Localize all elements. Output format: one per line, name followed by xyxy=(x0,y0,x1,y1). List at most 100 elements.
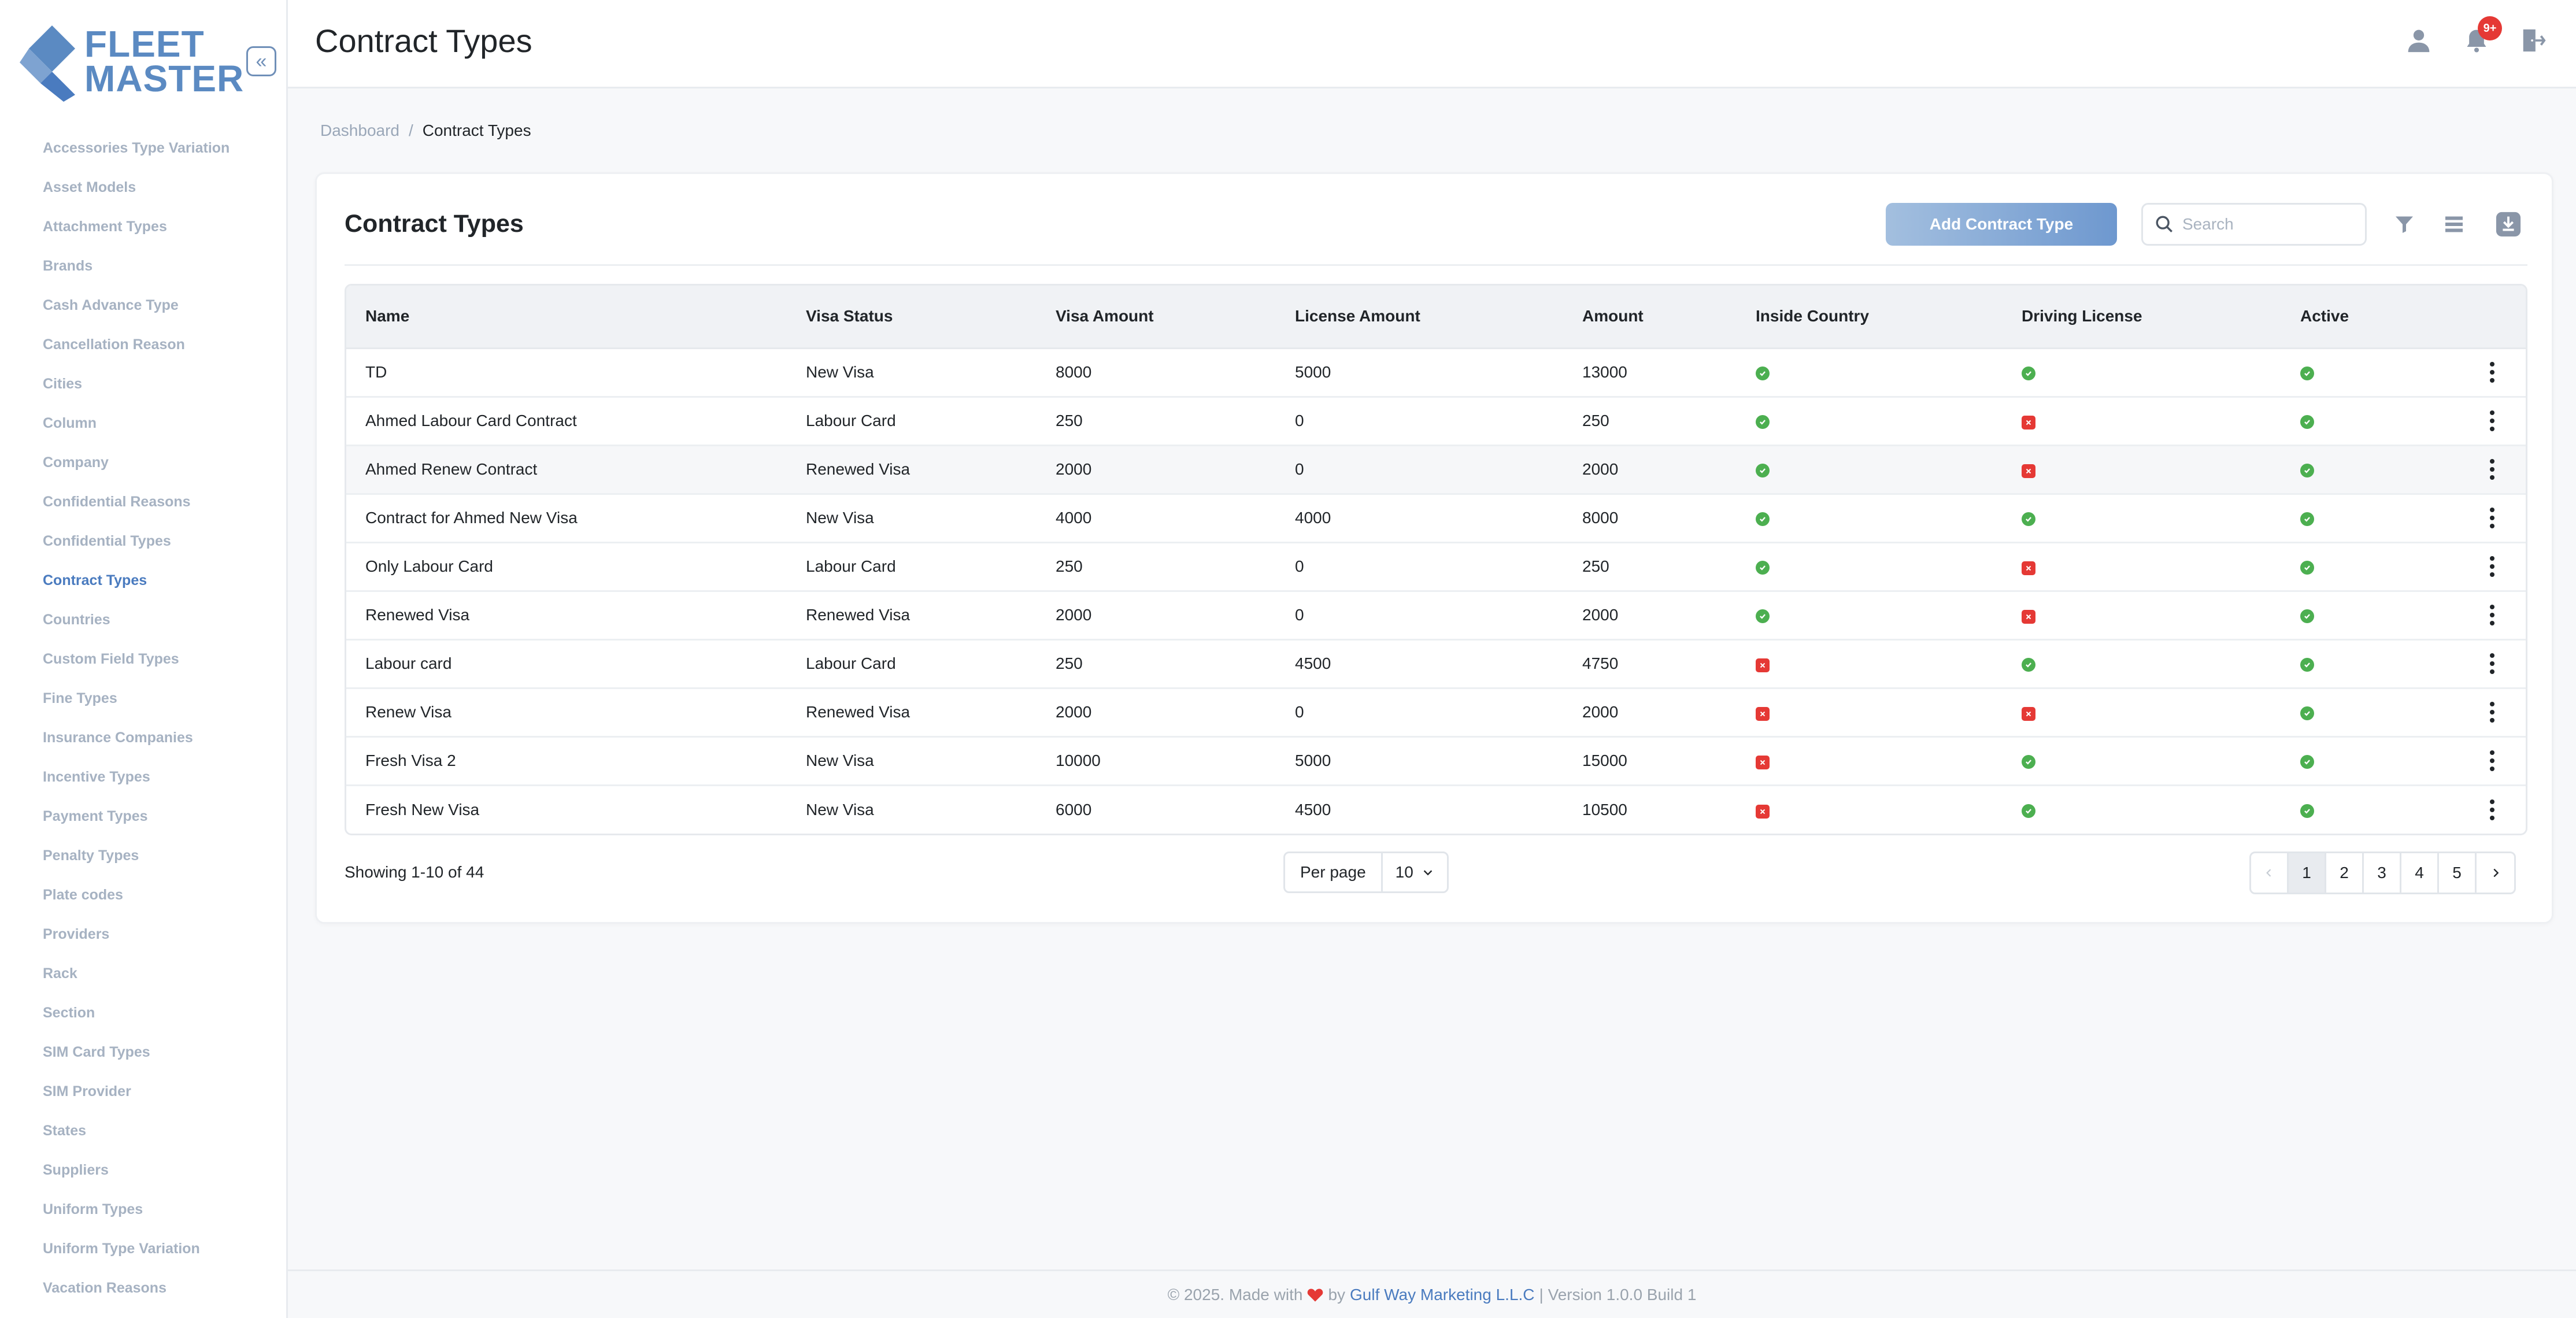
page-4-button[interactable]: 4 xyxy=(2401,853,2439,893)
page-3-button[interactable]: 3 xyxy=(2364,853,2401,893)
sidebar-item-accessories-type-variation[interactable]: Accessories Type Variation xyxy=(0,128,286,168)
sidebar-item-uniform-type-variation[interactable]: Uniform Type Variation xyxy=(0,1229,286,1268)
chevron-left-icon xyxy=(2266,869,2271,877)
sidebar-item-providers[interactable]: Providers xyxy=(0,915,286,954)
logout-button[interactable] xyxy=(2518,25,2548,55)
add-contract-type-button[interactable]: Add Contract Type xyxy=(1886,203,2117,246)
sidebar-item-countries[interactable]: Countries xyxy=(0,600,286,639)
cell-name: Renew Visa xyxy=(365,703,451,721)
row-actions-kebab-icon[interactable] xyxy=(2481,452,2504,487)
footer-company-link[interactable]: Gulf Way Marketing L.L.C xyxy=(1350,1286,1535,1304)
sidebar-item-states[interactable]: States xyxy=(0,1111,286,1150)
user-profile-button[interactable] xyxy=(2404,25,2434,55)
sidebar-item-rack[interactable]: Rack xyxy=(0,954,286,993)
table-row[interactable]: TD New Visa 8000 5000 13000 xyxy=(346,348,2526,397)
search-box xyxy=(2141,203,2367,246)
cell-visa-status: New Visa xyxy=(806,800,874,819)
sidebar-item-asset-models[interactable]: Asset Models xyxy=(0,168,286,207)
sidebar-item-confidential-reasons[interactable]: Confidential Reasons xyxy=(0,482,286,521)
row-actions-kebab-icon[interactable] xyxy=(2481,695,2504,730)
cell-active xyxy=(2281,397,2397,445)
sidebar-item-vacation-reasons[interactable]: Vacation Reasons xyxy=(0,1268,286,1308)
sidebar-item-column[interactable]: Column xyxy=(0,403,286,443)
topbar: Contract Types 9+ xyxy=(288,0,2576,88)
row-actions-kebab-icon[interactable] xyxy=(2481,743,2504,778)
filter-button[interactable] xyxy=(2389,209,2420,240)
table-row[interactable]: Ahmed Labour Card Contract Labour Card 250… xyxy=(346,397,2526,445)
cross-icon xyxy=(2022,416,2035,430)
next-page-button[interactable] xyxy=(2477,853,2514,893)
sidebar-item-custom-field-types[interactable]: Custom Field Types xyxy=(0,639,286,679)
prev-page-button[interactable] xyxy=(2251,853,2289,893)
check-icon xyxy=(2022,658,2035,672)
collapse-sidebar-button[interactable]: « xyxy=(246,46,276,76)
per-page-dropdown[interactable]: 10 xyxy=(1383,863,1447,882)
sidebar-item-contract-types[interactable]: Contract Types xyxy=(0,561,286,600)
search-input[interactable] xyxy=(2182,215,2356,234)
column-header-license-amount[interactable]: License Amount xyxy=(1276,286,1563,349)
table-row[interactable]: Only Labour Card Labour Card 250 0 250 xyxy=(346,542,2526,591)
row-actions-kebab-icon[interactable] xyxy=(2481,646,2504,681)
table-row[interactable]: Fresh New Visa New Visa 6000 4500 10500 xyxy=(346,785,2526,834)
sidebar-item-payment-types[interactable]: Payment Types xyxy=(0,797,286,836)
contract-types-table: Name Visa Status Visa Amount License Amo… xyxy=(345,284,2527,835)
download-button[interactable] xyxy=(2493,209,2524,240)
sidebar-item-cities[interactable]: Cities xyxy=(0,364,286,403)
sidebar-item-vehicle-types[interactable]: Vehicle Types xyxy=(0,1308,286,1318)
column-header-driving-license[interactable]: Driving License xyxy=(2003,286,2281,349)
sidebar-item-fine-types[interactable]: Fine Types xyxy=(0,679,286,718)
fleet-master-logo[interactable]: FLEET MASTER xyxy=(20,23,243,104)
row-actions-kebab-icon[interactable] xyxy=(2481,549,2504,584)
page-1-button[interactable]: 1 xyxy=(2289,853,2326,893)
sidebar-item-uniform-types[interactable]: Uniform Types xyxy=(0,1190,286,1229)
column-header-active[interactable]: Active xyxy=(2281,286,2397,349)
notifications-button[interactable]: 9+ xyxy=(2462,16,2502,55)
cell-inside-country xyxy=(1737,736,2003,785)
sidebar-item-plate-codes[interactable]: Plate codes xyxy=(0,875,286,915)
row-actions-kebab-icon[interactable] xyxy=(2481,501,2504,535)
card-divider xyxy=(345,264,2527,266)
cell-visa-amount: 10000 xyxy=(1056,751,1101,769)
sidebar-item-sim-provider[interactable]: SIM Provider xyxy=(0,1072,286,1111)
sidebar-item-section[interactable]: Section xyxy=(0,993,286,1032)
cell-name: TD xyxy=(365,363,387,381)
cell-active xyxy=(2281,494,2397,542)
sidebar-item-cash-advance-type[interactable]: Cash Advance Type xyxy=(0,286,286,325)
columns-button[interactable] xyxy=(2438,209,2470,240)
row-actions-kebab-icon[interactable] xyxy=(2481,793,2504,827)
sidebar-item-confidential-types[interactable]: Confidential Types xyxy=(0,521,286,561)
table-row[interactable]: Renewed Visa Renewed Visa 2000 0 2000 xyxy=(346,591,2526,639)
cell-visa-status: Labour Card xyxy=(806,412,896,430)
sidebar-item-sim-card-types[interactable]: SIM Card Types xyxy=(0,1032,286,1072)
table-row[interactable]: Ahmed Renew Contract Renewed Visa 2000 0 200… xyxy=(346,445,2526,494)
sidebar-item-brands[interactable]: Brands xyxy=(0,246,286,286)
sidebar-item-cancellation-reason[interactable]: Cancellation Reason xyxy=(0,325,286,364)
sidebar-item-suppliers[interactable]: Suppliers xyxy=(0,1150,286,1190)
row-actions-kebab-icon[interactable] xyxy=(2481,598,2504,632)
sidebar-item-insurance-companies[interactable]: Insurance Companies xyxy=(0,718,286,757)
cell-driving-license xyxy=(2003,785,2281,834)
page-2-button[interactable]: 2 xyxy=(2326,853,2364,893)
sidebar-item-company[interactable]: Company xyxy=(0,443,286,482)
check-icon xyxy=(1756,415,1770,429)
table-row[interactable]: Labour card Labour Card 250 4500 4750 xyxy=(346,639,2526,688)
row-actions-kebab-icon[interactable] xyxy=(2481,355,2504,390)
cell-driving-license xyxy=(2003,348,2281,397)
cell-license-amount: 4500 xyxy=(1295,800,1331,819)
check-icon xyxy=(2300,755,2314,769)
table-row[interactable]: Contract for Ahmed New Visa New Visa 4000 4… xyxy=(346,494,2526,542)
column-header-inside-country[interactable]: Inside Country xyxy=(1737,286,2003,349)
row-actions-kebab-icon[interactable] xyxy=(2481,403,2504,438)
column-header-visa-amount[interactable]: Visa Amount xyxy=(1037,286,1276,349)
sidebar-item-incentive-types[interactable]: Incentive Types xyxy=(0,757,286,797)
table-row[interactable]: Renew Visa Renewed Visa 2000 0 2000 xyxy=(346,688,2526,736)
sidebar-item-attachment-types[interactable]: Attachment Types xyxy=(0,207,286,246)
breadcrumb-dashboard-link[interactable]: Dashboard xyxy=(320,121,399,140)
column-header-name[interactable]: Name xyxy=(346,286,787,349)
table-row[interactable]: Fresh Visa 2 New Visa 10000 5000 15000 xyxy=(346,736,2526,785)
sidebar-item-penalty-types[interactable]: Penalty Types xyxy=(0,836,286,875)
column-header-amount[interactable]: Amount xyxy=(1563,286,1737,349)
column-header-visa-status[interactable]: Visa Status xyxy=(787,286,1037,349)
page-5-button[interactable]: 5 xyxy=(2439,853,2477,893)
cell-amount: 10500 xyxy=(1582,800,1627,819)
